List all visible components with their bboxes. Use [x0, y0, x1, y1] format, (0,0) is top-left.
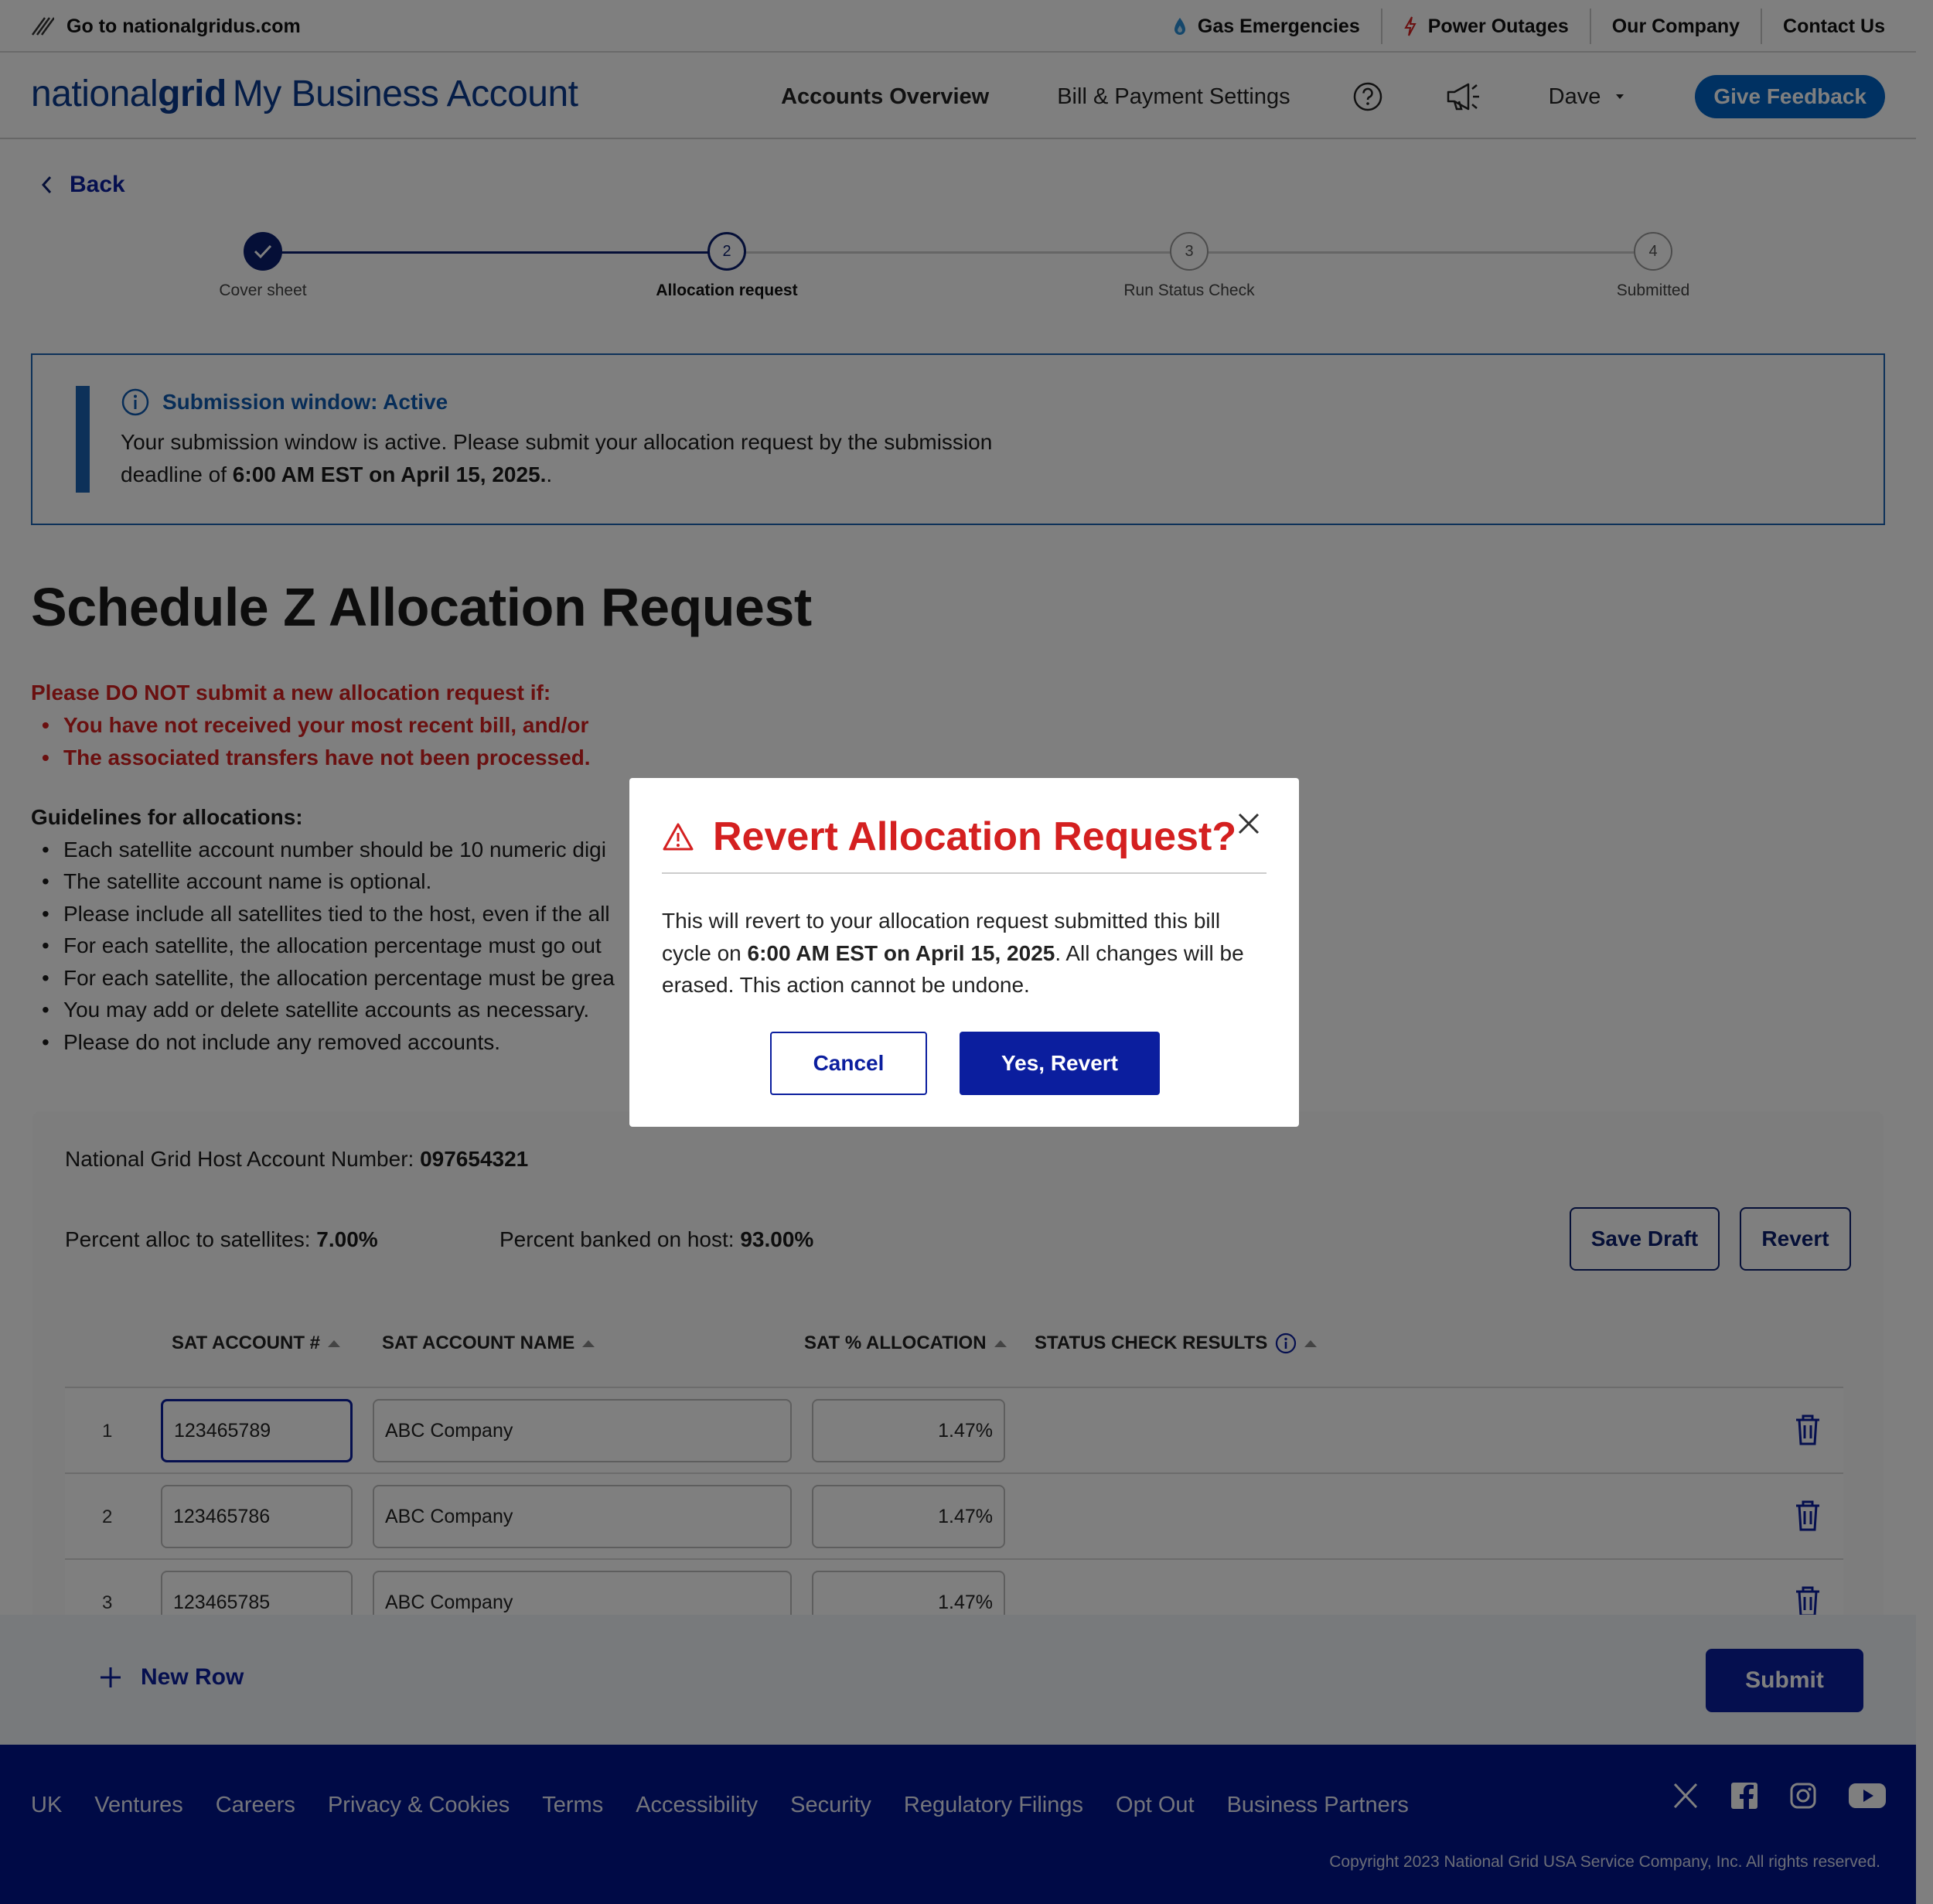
modal-header: Revert Allocation Request?: [662, 814, 1236, 860]
modal-divider: [662, 872, 1267, 874]
close-icon[interactable]: [1237, 812, 1260, 835]
warning-triangle-icon: [663, 823, 694, 851]
cancel-button[interactable]: Cancel: [770, 1032, 927, 1095]
confirm-revert-button[interactable]: Yes, Revert: [960, 1032, 1160, 1095]
revert-modal: Revert Allocation Request? This will rev…: [629, 778, 1299, 1127]
modal-body: This will revert to your allocation requ…: [662, 905, 1273, 1001]
modal-body-date: 6:00 AM EST on April 15, 2025: [747, 940, 1055, 965]
modal-title: Revert Allocation Request?: [713, 814, 1237, 859]
